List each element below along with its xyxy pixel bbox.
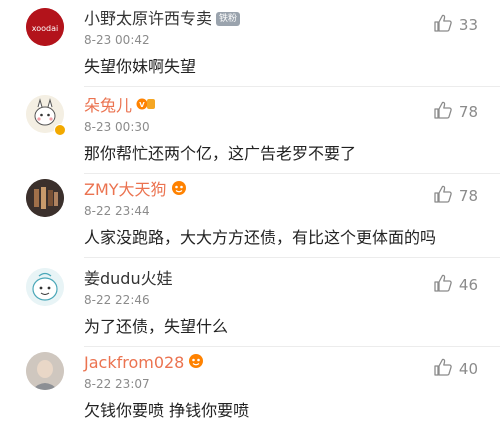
thumbs-up-icon (433, 273, 453, 297)
like-button[interactable]: 78 (433, 184, 478, 208)
comment-text: 欠钱你要喷 挣钱你要喷 (84, 401, 250, 420)
timestamp: 8-23 00:30 (84, 120, 150, 134)
verified-badge-icon (54, 124, 66, 136)
like-button[interactable]: 33 (433, 13, 478, 37)
comment-text: 为了还债，失望什么 (84, 317, 229, 336)
avatar[interactable] (26, 268, 64, 306)
like-count: 33 (458, 16, 478, 34)
comment-item: ZMY大天狗 8-22 23:44 人家没跑路，大大方方还债，有比这个更体面的吗… (0, 174, 500, 258)
thumbs-up-icon (433, 100, 453, 124)
member-icon: V (136, 96, 156, 116)
comment-item: 姜dudu火娃 8-22 22:46 为了还债，失望什么 46 (0, 263, 500, 347)
comment-item: Jackfrom028 8-22 23:07 欠钱你要喷 挣钱你要喷 40 (0, 347, 500, 431)
username[interactable]: ZMY大天狗 (84, 180, 167, 200)
thumbs-up-icon (433, 184, 453, 208)
avatar[interactable] (26, 179, 64, 217)
svg-text:V: V (139, 101, 145, 109)
username[interactable]: Jackfrom028 (84, 353, 184, 373)
member-icon (188, 353, 208, 373)
username-row: Jackfrom028 (84, 353, 208, 373)
avatar[interactable] (26, 352, 64, 390)
like-button[interactable]: 40 (433, 357, 478, 381)
username-row: 朵兔儿 V (84, 96, 156, 116)
like-count: 78 (458, 187, 478, 205)
comment-text: 人家没跑路，大大方方还债，有比这个更体面的吗 (84, 228, 437, 247)
timestamp: 8-22 23:44 (84, 204, 150, 218)
username-row: 小野太原许西专卖 铁粉 (84, 9, 241, 29)
like-count: 40 (458, 360, 478, 378)
avatar[interactable]: xoodai (26, 8, 64, 46)
username-row: 姜dudu火娃 (84, 269, 173, 289)
divider (84, 257, 500, 258)
comment-text: 那你帮忙还两个亿，这广告老罗不要了 (84, 144, 357, 163)
username[interactable]: 小野太原许西专卖 (84, 9, 212, 29)
svg-text:xoodai: xoodai (32, 24, 58, 33)
fan-badge: 铁粉 (216, 12, 241, 26)
username[interactable]: 姜dudu火娃 (84, 269, 173, 289)
divider (84, 86, 500, 87)
thumbs-up-icon (433, 13, 453, 37)
timestamp: 8-22 23:07 (84, 377, 150, 391)
like-count: 46 (458, 276, 478, 294)
comment-text: 失望你妹啊失望 (84, 57, 197, 76)
comment-item: 朵兔儿 V 8-23 00:30 那你帮忙还两个亿，这广告老罗不要了 78 (0, 90, 500, 174)
member-icon (171, 180, 191, 200)
thumbs-up-icon (433, 357, 453, 381)
comment-item: xoodai 小野太原许西专卖 铁粉 8-23 00:42 失望你妹啊失望 33 (0, 3, 500, 87)
timestamp: 8-22 22:46 (84, 293, 150, 307)
username-row: ZMY大天狗 (84, 180, 191, 200)
like-button[interactable]: 46 (433, 273, 478, 297)
like-button[interactable]: 78 (433, 100, 478, 124)
timestamp: 8-23 00:42 (84, 33, 150, 47)
like-count: 78 (458, 103, 478, 121)
username[interactable]: 朵兔儿 (84, 96, 132, 116)
